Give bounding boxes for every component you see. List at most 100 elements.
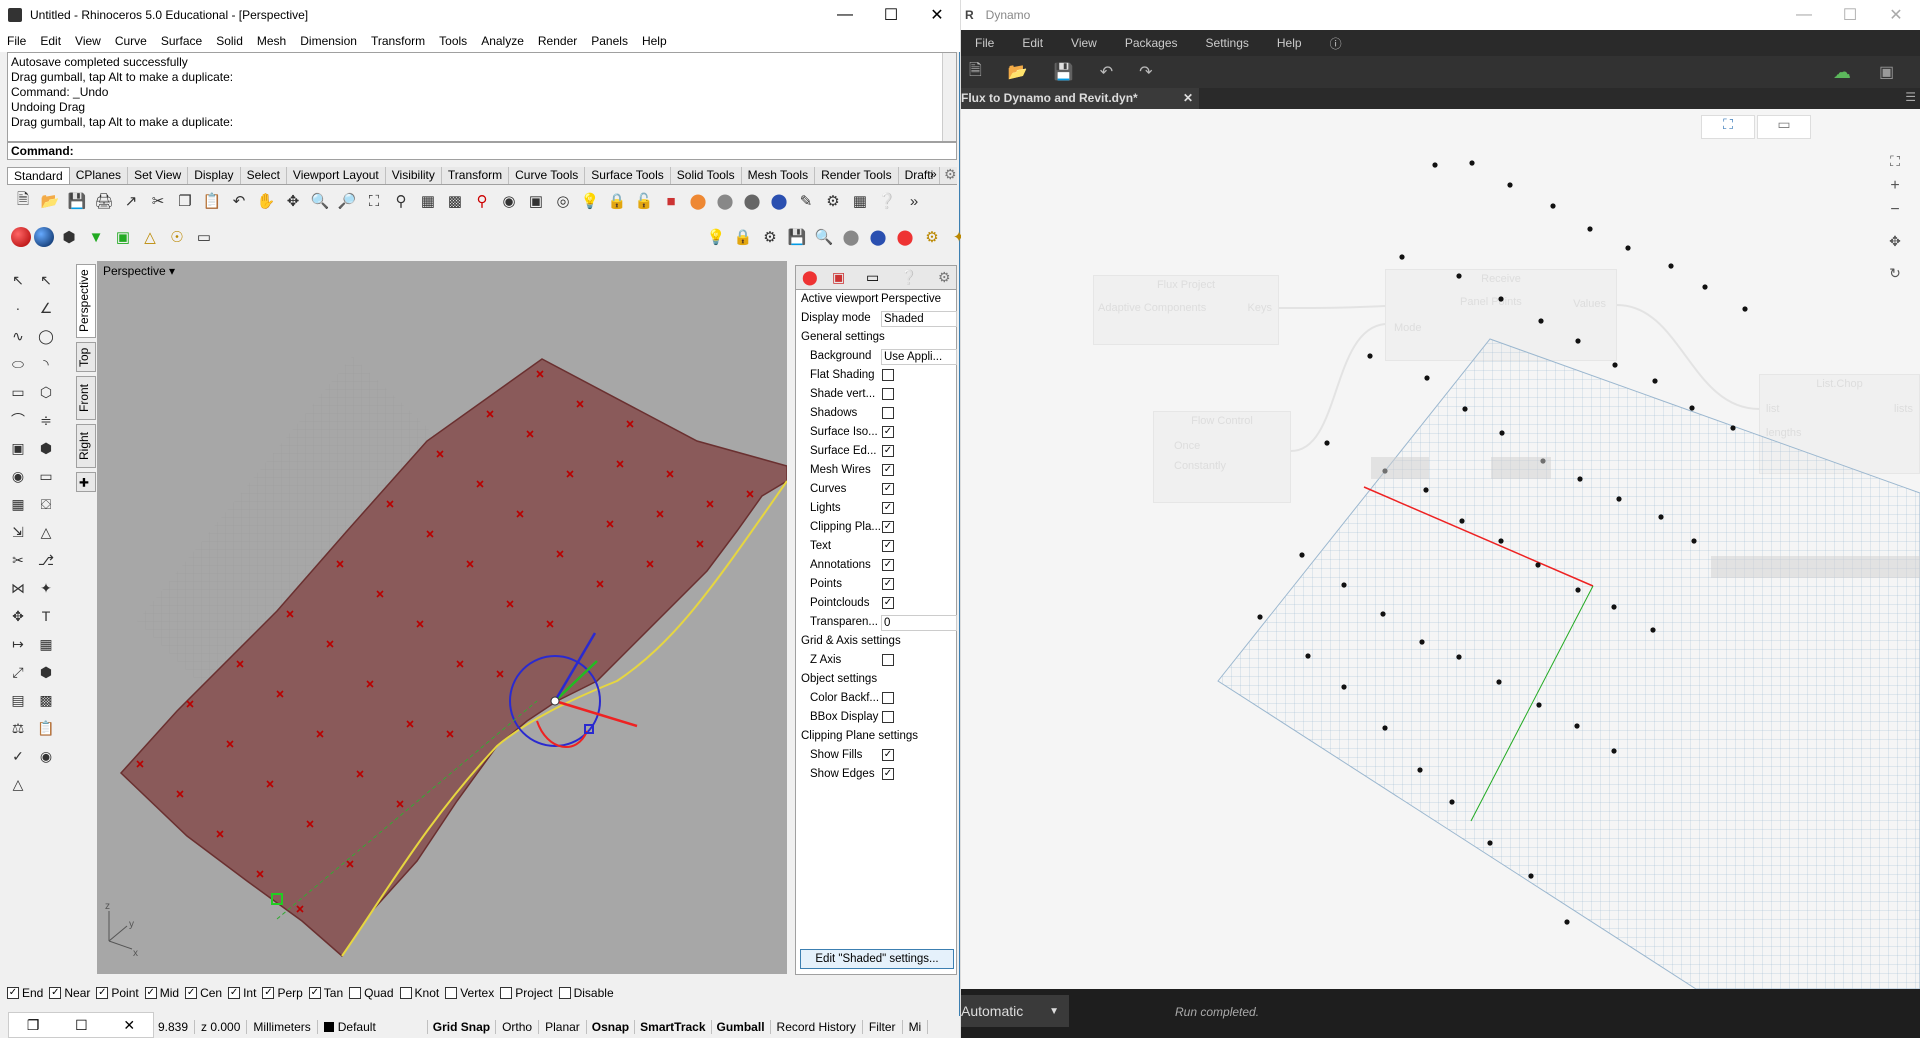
current-layer[interactable]: Default xyxy=(318,1020,428,1034)
toolbar-tab-mesh-tools[interactable]: Mesh Tools xyxy=(742,167,816,184)
zoom-in-icon[interactable]: + xyxy=(1879,177,1911,201)
settings-render-icon[interactable]: ⚙ xyxy=(920,225,944,249)
info-icon[interactable]: ⓘ xyxy=(1316,35,1356,52)
toolbar-tab-set-view[interactable]: Set View xyxy=(128,167,189,184)
menu-curve[interactable]: Curve xyxy=(108,34,154,48)
pan-icon[interactable]: ✋ xyxy=(254,189,278,213)
setting-checkbox[interactable]: ✓ xyxy=(882,559,894,571)
select-icon[interactable]: ↖ xyxy=(6,268,30,292)
open-file-icon[interactable]: 📂 xyxy=(38,189,62,213)
menu-file[interactable]: File xyxy=(0,34,33,48)
grid-array-icon[interactable]: ▩ xyxy=(34,688,58,712)
panel-gear-icon[interactable]: ⚙ xyxy=(938,269,951,286)
units-readout[interactable]: Millimeters xyxy=(247,1020,318,1034)
boolean-icon[interactable]: ⛋ xyxy=(34,492,58,516)
osnap-mid[interactable]: ✓ Mid xyxy=(144,986,179,1000)
toolbar-tab-visibility[interactable]: Visibility xyxy=(386,167,442,184)
texture-icon[interactable]: ▣ xyxy=(111,225,135,249)
dynamo-maximize-icon[interactable]: ☐ xyxy=(1827,0,1873,30)
menu-mesh[interactable]: Mesh xyxy=(250,34,293,48)
menu-help[interactable]: Help xyxy=(635,34,674,48)
zoom-extents-icon[interactable]: ⛶ xyxy=(362,189,386,213)
clip-setting-checkbox[interactable]: ✓ xyxy=(882,749,894,761)
osnap-perp[interactable]: ✓ Perp xyxy=(262,986,303,1000)
curve-icon[interactable]: ∿ xyxy=(6,324,30,348)
sun-icon[interactable]: ☉ xyxy=(165,225,189,249)
menu-render[interactable]: Render xyxy=(531,34,584,48)
join-icon[interactable]: ⋈ xyxy=(6,576,30,600)
zoom-icon[interactable]: 🔍 xyxy=(308,189,332,213)
extrude-icon[interactable]: ⇲ xyxy=(6,520,30,544)
car-icon[interactable]: ⚲ xyxy=(470,189,494,213)
unlock-icon[interactable]: 🔓 xyxy=(632,189,656,213)
move-icon[interactable]: ✥ xyxy=(6,604,30,628)
copy-icon[interactable]: ❐ xyxy=(173,189,197,213)
osnap-cen[interactable]: ✓ Cen xyxy=(185,986,222,1000)
tab-front[interactable]: Front xyxy=(76,376,96,420)
grid-icon[interactable]: ▩ xyxy=(443,189,467,213)
toolbar-overflow-icon[interactable]: » xyxy=(902,189,926,213)
osnap-checkbox[interactable]: ✓ xyxy=(144,987,157,999)
toolbar-tab-surface-tools[interactable]: Surface Tools xyxy=(585,167,671,184)
dimension-icon[interactable]: ↦ xyxy=(6,632,30,656)
toolbar-tab-solid-tools[interactable]: Solid Tools xyxy=(671,167,742,184)
status-toggle-planar[interactable]: Planar xyxy=(539,1020,587,1034)
wheel-ball-icon[interactable]: ⬤ xyxy=(893,225,917,249)
box-icon[interactable]: ⬢ xyxy=(34,436,58,460)
solid-box-icon[interactable]: ⬢ xyxy=(34,660,58,684)
osnap-checkbox[interactable] xyxy=(445,987,458,999)
viewport-menu-chevron-icon[interactable]: ▾ xyxy=(169,264,175,278)
status-toggle-record-history[interactable]: Record History xyxy=(771,1020,863,1034)
cylinder-icon[interactable]: ▭ xyxy=(34,464,58,488)
ground-plane-icon[interactable]: △ xyxy=(138,225,162,249)
target-icon[interactable]: ◎ xyxy=(551,189,575,213)
status-toggle-grid-snap[interactable]: Grid Snap xyxy=(428,1020,497,1034)
edit-shaded-settings-button[interactable]: Edit "Shaded" settings... xyxy=(800,949,954,969)
new-file-icon[interactable]: 🗎 xyxy=(11,189,35,213)
lock-icon[interactable]: 🔒 xyxy=(605,189,629,213)
setting-checkbox[interactable]: ✓ xyxy=(882,521,894,533)
dynamo-minimize-icon[interactable]: — xyxy=(1781,0,1827,30)
tab-right[interactable]: Right xyxy=(76,424,96,468)
status-toggle-osnap[interactable]: Osnap xyxy=(587,1020,636,1034)
dynamo-menu-settings[interactable]: Settings xyxy=(1192,36,1263,50)
osnap-checkbox[interactable] xyxy=(349,987,362,999)
status-toggle-gumball[interactable]: Gumball xyxy=(712,1020,771,1034)
brush-icon[interactable]: ✎ xyxy=(794,189,818,213)
arc-icon[interactable]: ◝ xyxy=(34,352,58,376)
render-small-icon[interactable]: ◉ xyxy=(34,744,58,768)
scale-icon[interactable]: ⤢ xyxy=(6,660,30,684)
setting-checkbox[interactable]: ✓ xyxy=(882,426,894,438)
workspace-tab[interactable]: Flux to Dynamo and Revit.dyn* ✕ xyxy=(961,88,1199,109)
orbit-icon[interactable]: ↻ xyxy=(1879,265,1911,289)
paste-icon[interactable]: 📋 xyxy=(200,189,224,213)
point-icon[interactable]: ∙ xyxy=(6,296,30,320)
lock-small-icon[interactable]: 🔒 xyxy=(731,225,755,249)
osnap-disable[interactable]: Disable xyxy=(558,986,614,1000)
setting-checkbox[interactable]: ✓ xyxy=(882,597,894,609)
status-toggle-smarttrack[interactable]: SmartTrack xyxy=(635,1020,712,1034)
osnap-checkbox[interactable]: ✓ xyxy=(7,987,19,999)
status-toggle-mi[interactable]: Mi xyxy=(903,1020,929,1034)
dynamo-menu-help[interactable]: Help xyxy=(1263,36,1316,50)
loft-icon[interactable]: △ xyxy=(34,520,58,544)
toolbar-tab-select[interactable]: Select xyxy=(241,167,287,184)
split-icon[interactable]: ⎇ xyxy=(34,548,58,572)
osnap-end[interactable]: ✓ End xyxy=(7,986,43,1000)
zoom-out-icon[interactable]: − xyxy=(1879,201,1911,225)
offset-icon[interactable]: ≑ xyxy=(34,408,58,432)
color-wheel-icon[interactable]: ⬤ xyxy=(686,189,710,213)
toolbar-gear-icon[interactable]: ⚙ xyxy=(944,166,957,183)
osnap-checkbox[interactable]: ✓ xyxy=(308,987,321,999)
dynamo-save-icon[interactable]: 💾 xyxy=(1054,62,1074,82)
viewport-title[interactable]: Perspective ▾ xyxy=(99,263,180,279)
explode-icon[interactable]: ✦ xyxy=(34,576,58,600)
blue-ball-icon[interactable]: ⬤ xyxy=(866,225,890,249)
osnap-near[interactable]: ✓ Near xyxy=(49,986,90,1000)
transparency-input[interactable]: 0 xyxy=(881,615,957,631)
paint-icon[interactable]: △ xyxy=(6,772,30,796)
menu-analyze[interactable]: Analyze xyxy=(474,34,531,48)
dynamo-menu-edit[interactable]: Edit xyxy=(1008,36,1057,50)
toolbar-tab-cplanes[interactable]: CPlanes xyxy=(70,167,129,184)
osnap-checkbox[interactable] xyxy=(399,987,412,999)
